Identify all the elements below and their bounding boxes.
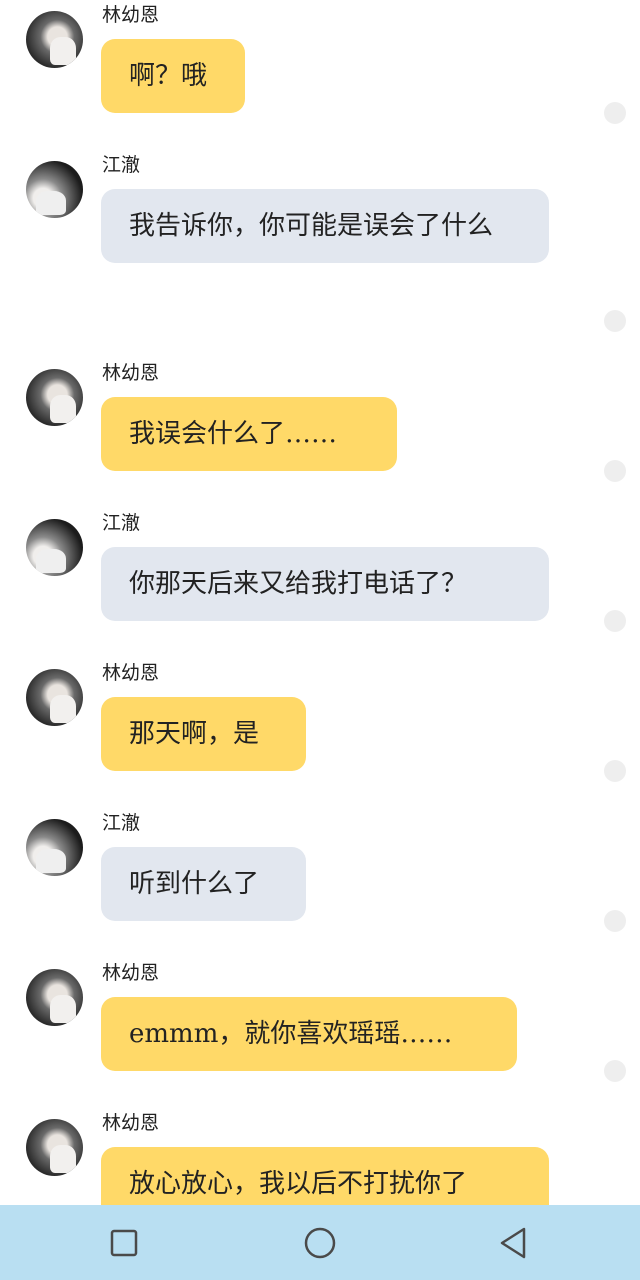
message-bubble[interactable]: 我告诉你，你可能是误会了什么: [101, 189, 549, 263]
read-status-dot: [604, 760, 626, 782]
read-status-dot: [604, 102, 626, 124]
sender-name: 林幼恩: [102, 662, 160, 684]
read-status-dot: [604, 1060, 626, 1082]
avatar[interactable]: [26, 969, 83, 1026]
message-bubble[interactable]: 啊？哦: [101, 39, 245, 113]
recent-apps-button[interactable]: [104, 1223, 144, 1263]
avatar[interactable]: [26, 161, 83, 218]
back-icon: [500, 1227, 526, 1259]
system-navigation-bar: [0, 1205, 640, 1280]
avatar[interactable]: [26, 819, 83, 876]
message-bubble[interactable]: 那天啊，是: [101, 697, 306, 771]
sender-name: 林幼恩: [102, 362, 160, 384]
message-list[interactable]: 林幼恩 啊？哦 江澈 我告诉你，你可能是误会了什么 林幼恩 我误会什么了…… 江…: [0, 0, 640, 1205]
sender-name: 林幼恩: [102, 962, 160, 984]
back-button[interactable]: [494, 1223, 534, 1263]
home-icon: [304, 1227, 336, 1259]
sender-name: 江澈: [102, 812, 141, 834]
avatar[interactable]: [26, 1119, 83, 1176]
read-status-dot: [604, 910, 626, 932]
read-status-dot: [604, 610, 626, 632]
message-bubble[interactable]: 放心放心，我以后不打扰你了: [101, 1147, 549, 1205]
chat-screen: 林幼恩 啊？哦 江澈 我告诉你，你可能是误会了什么 林幼恩 我误会什么了…… 江…: [0, 0, 640, 1280]
read-status-dot: [604, 460, 626, 482]
avatar[interactable]: [26, 669, 83, 726]
sender-name: 林幼恩: [102, 1112, 160, 1134]
avatar[interactable]: [26, 519, 83, 576]
read-status-dot: [604, 310, 626, 332]
sender-name: 林幼恩: [102, 4, 160, 26]
message-bubble[interactable]: emmm，就你喜欢瑶瑶……: [101, 997, 517, 1071]
home-button[interactable]: [300, 1223, 340, 1263]
message-bubble[interactable]: 你那天后来又给我打电话了？: [101, 547, 549, 621]
recent-apps-icon: [110, 1229, 138, 1257]
message-bubble[interactable]: 我误会什么了……: [101, 397, 397, 471]
avatar[interactable]: [26, 369, 83, 426]
sender-name: 江澈: [102, 512, 141, 534]
message-bubble[interactable]: 听到什么了: [101, 847, 306, 921]
avatar[interactable]: [26, 11, 83, 68]
sender-name: 江澈: [102, 154, 141, 176]
